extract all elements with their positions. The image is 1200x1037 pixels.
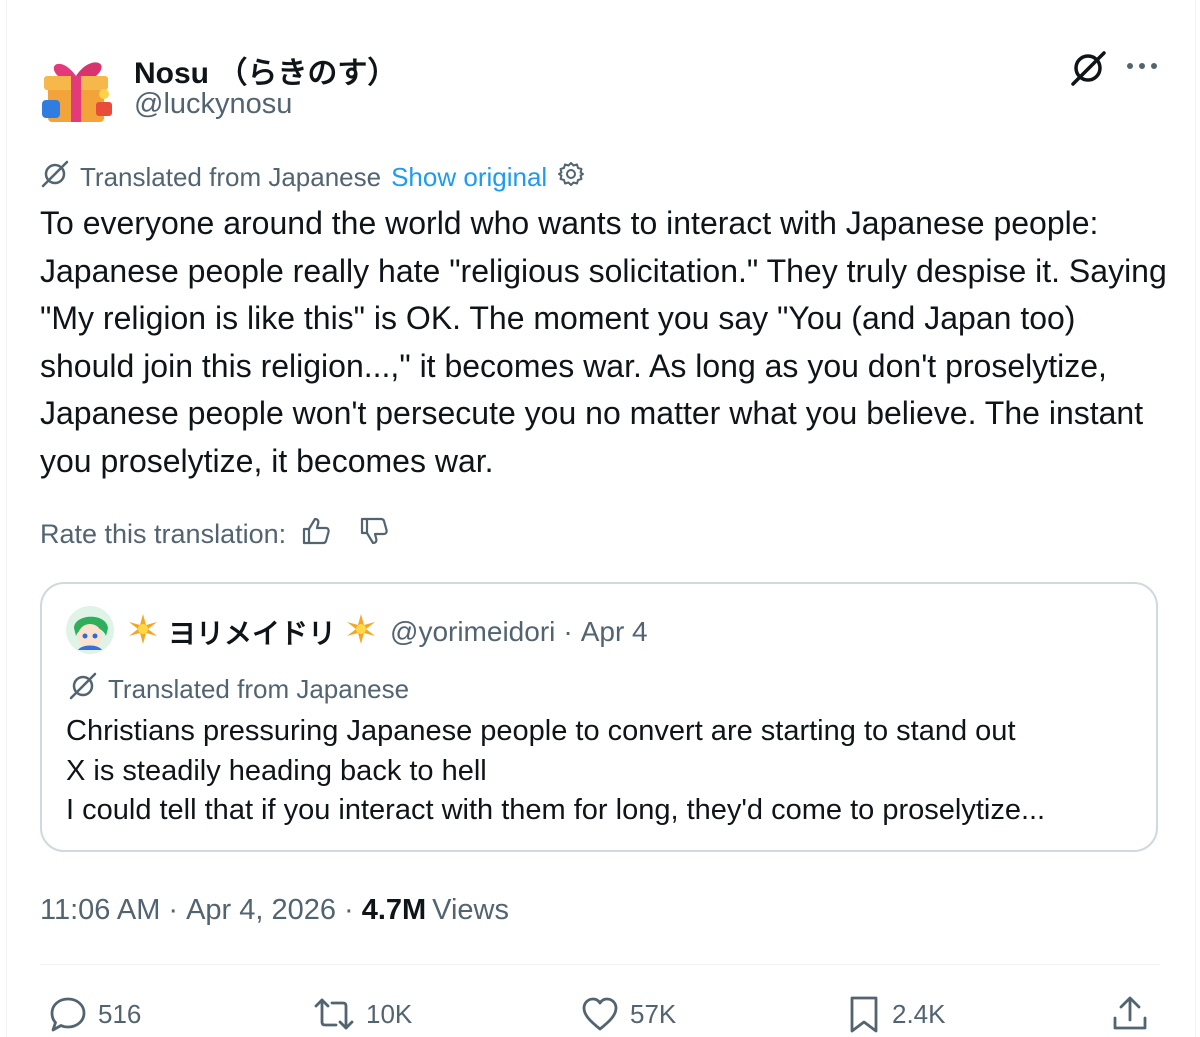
bookmark-icon [846, 994, 882, 1034]
repost-count: 10K [366, 998, 413, 1029]
rate-translation-bar: Rate this translation: [40, 514, 390, 554]
translate-icon [40, 159, 70, 196]
repost-button[interactable]: 10K [312, 992, 412, 1036]
quoted-display-name[interactable]: ヨリメイドリ [168, 612, 336, 652]
meta-separator: · [168, 893, 179, 926]
like-icon [580, 994, 620, 1034]
translation-bar: Translated from Japanese Show original [40, 160, 585, 194]
views-count: 4.7M [361, 893, 427, 926]
rate-label: Rate this translation: [40, 518, 287, 549]
share-icon [1110, 994, 1150, 1034]
post-text: To everyone around the world who wants t… [40, 205, 1167, 479]
quoted-date[interactable]: Apr 4 [581, 616, 648, 648]
quoted-text-line: X is steadily heading back to hell [66, 754, 487, 787]
like-button[interactable]: 57K [580, 992, 676, 1036]
reply-button[interactable]: 516 [48, 992, 141, 1036]
sparkle-star-icon [344, 612, 378, 653]
quoted-handle[interactable]: @yorimeidori [390, 616, 555, 648]
bookmark-button[interactable]: 2.4K [846, 992, 946, 1036]
post-time[interactable]: 11:06 AM [40, 894, 160, 927]
bookmark-count: 2.4K [892, 998, 946, 1029]
quoted-dot-separator: · [563, 616, 573, 647]
thumbs-up-icon[interactable] [300, 515, 332, 554]
share-button[interactable] [1110, 992, 1150, 1036]
translate-icon [68, 671, 98, 708]
translated-label: Translated from Japanese [80, 161, 382, 192]
grok-icon[interactable] [1068, 48, 1108, 88]
more-icon[interactable] [1124, 58, 1160, 74]
post-date[interactable]: Apr 4, 2026 [186, 894, 336, 927]
quoted-text-line: Christians pressuring Japanese people to… [66, 715, 1016, 747]
quoted-translated-label: Translated from Japanese [108, 673, 410, 704]
quoted-header: ヨリメイドリ @yorimeidori · Apr 4 [126, 612, 648, 652]
quoted-text: Christians pressuring Japanese people to… [66, 712, 1146, 831]
quoted-text-line: I could tell that if you interact with t… [66, 794, 1046, 826]
reply-icon [48, 994, 88, 1034]
author-handle[interactable]: @luckynosu [134, 88, 292, 121]
show-original-link[interactable]: Show original [391, 162, 547, 193]
settings-gear-icon[interactable] [557, 160, 585, 195]
sparkle-star-icon [126, 612, 160, 653]
reply-count: 516 [98, 998, 142, 1029]
thumbs-down-icon[interactable] [358, 515, 390, 554]
quoted-translation-bar: Translated from Japanese [68, 672, 409, 706]
quoted-author-avatar[interactable] [66, 606, 114, 654]
views-label: Views [432, 893, 510, 926]
like-count: 57K [630, 998, 677, 1029]
meta-separator: · [344, 893, 354, 926]
divider [40, 964, 1160, 965]
post-metadata: 11:06 AM · Apr 4, 2026 · 4.7M Views [40, 890, 509, 930]
quoted-post[interactable]: ヨリメイドリ @yorimeidori · Apr 4 Translated f… [40, 582, 1158, 852]
author-avatar[interactable] [38, 50, 118, 130]
repost-icon [312, 994, 356, 1034]
author-display-name[interactable]: Nosu （らきのす） [134, 48, 397, 92]
